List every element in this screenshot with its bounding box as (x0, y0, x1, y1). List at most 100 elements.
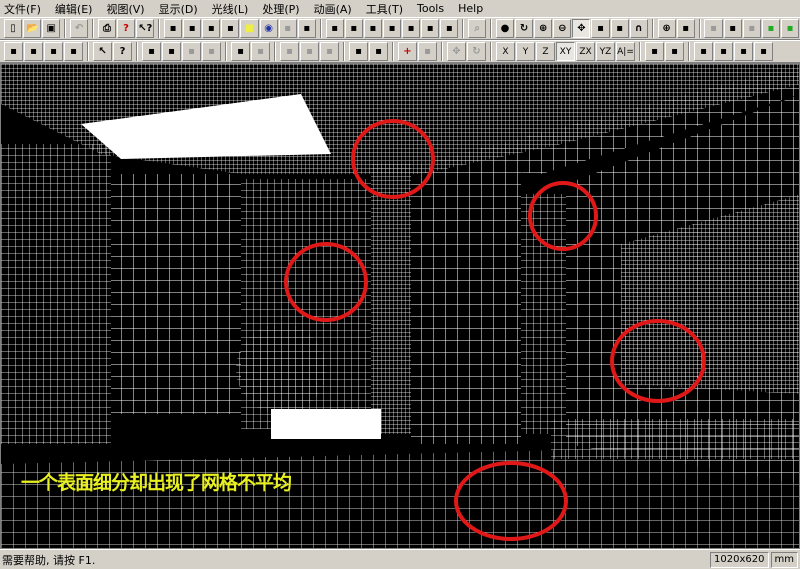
s6-icon: ▪ (257, 46, 264, 57)
s11-icon: ▪ (375, 46, 382, 57)
rotate-button[interactable]: ↻ (467, 42, 486, 61)
v6-button[interactable]: ▪ (421, 19, 440, 38)
s7-button[interactable]: ▪ (280, 42, 299, 61)
menu-item[interactable]: 光线(L) (212, 1, 249, 17)
green-box2-button[interactable]: ▪ (780, 19, 800, 38)
c3-button[interactable]: ▪ (742, 19, 761, 38)
move-icon: ✥ (452, 46, 461, 57)
s6-button[interactable]: ▪ (251, 42, 270, 61)
menu-item[interactable]: 动画(A) (314, 1, 352, 17)
l1-button[interactable]: ▪ (4, 42, 23, 61)
left-wall (1, 144, 111, 444)
menu-item[interactable]: Tools (417, 2, 444, 15)
s8-button[interactable]: ▪ (300, 42, 319, 61)
query-button[interactable]: ? (113, 42, 132, 61)
g4-icon: ▪ (226, 23, 234, 34)
m4-icon: ▪ (760, 46, 767, 57)
l4-button[interactable]: ▪ (64, 42, 83, 61)
m4-button[interactable]: ▪ (754, 42, 773, 61)
axis-button-z[interactable]: Z (536, 42, 555, 61)
s1-button[interactable]: ▪ (142, 42, 161, 61)
s5-button[interactable]: ▪ (231, 42, 250, 61)
v3-button[interactable]: ▪ (363, 19, 382, 38)
move-button[interactable]: ✥ (447, 42, 466, 61)
g1-button[interactable]: ▪ (163, 19, 183, 38)
context-help-button[interactable]: ↖? (136, 19, 155, 38)
print-button[interactable]: ⎙ (97, 19, 117, 38)
m1-button[interactable]: ▪ (694, 42, 713, 61)
v2-icon: ▪ (350, 23, 358, 34)
c2-button[interactable]: ▪ (723, 19, 742, 38)
table (271, 409, 381, 439)
v5-button[interactable]: ▪ (402, 19, 421, 38)
menu-item[interactable]: 处理(P) (262, 1, 299, 17)
axis-button-yz[interactable]: YZ (596, 42, 615, 61)
axis-button-alock[interactable]: A|= (616, 42, 635, 61)
v4-button[interactable]: ▪ (382, 19, 402, 38)
axis-button-x[interactable]: X (496, 42, 515, 61)
s4-button[interactable]: ▪ (202, 42, 221, 61)
s9-button[interactable]: ▪ (320, 42, 339, 61)
zoom-window-button[interactable]: ⊕ (657, 19, 676, 38)
pan-button[interactable]: ✥ (572, 19, 591, 38)
s10-button[interactable]: ▪ (349, 42, 368, 61)
g3-button[interactable]: ▪ (202, 19, 221, 38)
s2-button[interactable]: ▪ (162, 42, 181, 61)
axis-button-zx[interactable]: ZX (576, 42, 595, 61)
open-button[interactable]: 📂 (23, 19, 42, 38)
e1-icon: ▪ (651, 46, 658, 57)
g2-button[interactable]: ▪ (183, 19, 202, 38)
menu-item[interactable]: Help (458, 2, 483, 15)
v7-button[interactable]: ▪ (440, 19, 459, 38)
zoom-button[interactable]: ⌕ (468, 19, 487, 38)
walk-button[interactable]: ▪ (591, 19, 610, 38)
new-button[interactable]: ▯ (4, 19, 23, 38)
l3-button[interactable]: ▪ (44, 42, 63, 61)
v3-icon: ▪ (369, 23, 377, 34)
undo-button[interactable]: ↶ (70, 19, 89, 38)
menu-item[interactable]: 工具(T) (366, 1, 403, 17)
toolbar-main: ▯ 📂 ▣ ↶ ⎙? ↖? ▪ ▪ ▪ ▪ ■ ◉ ▪ ▪ ▪ ▪ ▪ ▪ ▪ ▪ ▪ ⌕ ● ↻ ⊕ ⊖ ✥ ▪ ▪ ∩ ⊕ ▪ ▪ ▪ ▪ ▪ ▪ (0, 17, 800, 40)
fly-button[interactable]: ▪ (610, 19, 629, 38)
l2-button[interactable]: ▪ (24, 42, 43, 61)
cross-button[interactable]: + (398, 42, 417, 61)
render-viewport[interactable]: 一个表面细分却出现了网格不平均 (0, 63, 800, 549)
eye-button[interactable]: ● (495, 19, 515, 38)
zoom-out-button[interactable]: ⊖ (553, 19, 572, 38)
help-button[interactable]: ? (117, 19, 136, 38)
zoom-icon: ⌕ (474, 23, 480, 34)
save-button[interactable]: ▣ (42, 19, 61, 38)
menu-item[interactable]: 显示(D) (159, 1, 198, 17)
e2-button[interactable]: ▪ (665, 42, 684, 61)
zoom-in-button[interactable]: ⊕ (534, 19, 553, 38)
zoom-all-button[interactable]: ▪ (676, 19, 695, 38)
rotate-button[interactable]: ∩ (629, 19, 648, 38)
s13-button[interactable]: ▪ (418, 42, 437, 61)
g4-button[interactable]: ▪ (221, 19, 240, 38)
yellow-button[interactable]: ■ (240, 19, 259, 38)
select-button[interactable]: ↖ (93, 42, 112, 61)
status-bar: 需要帮助, 请按 F1. 1020x620 mm (0, 549, 800, 569)
orbit-button[interactable]: ↻ (515, 19, 534, 38)
menu-item[interactable]: 文件(F) (4, 1, 41, 17)
s3-button[interactable]: ▪ (182, 42, 201, 61)
menu-item[interactable]: 视图(V) (106, 1, 144, 17)
s11-button[interactable]: ▪ (369, 42, 388, 61)
axis-button-xy[interactable]: XY (556, 42, 575, 61)
globe-button[interactable]: ◉ (259, 19, 278, 38)
walk-icon: ▪ (597, 23, 604, 34)
e1-button[interactable]: ▪ (645, 42, 664, 61)
m3-button[interactable]: ▪ (734, 42, 753, 61)
g8-button[interactable]: ▪ (297, 19, 316, 38)
menu-item[interactable]: 编辑(E) (55, 1, 93, 17)
c1-button[interactable]: ▪ (704, 19, 723, 38)
v2-button[interactable]: ▪ (344, 19, 363, 38)
v1-button[interactable]: ▪ (325, 19, 344, 38)
m2-button[interactable]: ▪ (714, 42, 733, 61)
c1-icon: ▪ (710, 23, 717, 34)
annotation-caption: 一个表面细分却出现了网格不平均 (21, 472, 292, 494)
l4-icon: ▪ (70, 46, 77, 57)
g7-button[interactable]: ▪ (278, 19, 297, 38)
green-box-button[interactable]: ▪ (761, 19, 780, 38)
axis-button-y[interactable]: Y (516, 42, 535, 61)
